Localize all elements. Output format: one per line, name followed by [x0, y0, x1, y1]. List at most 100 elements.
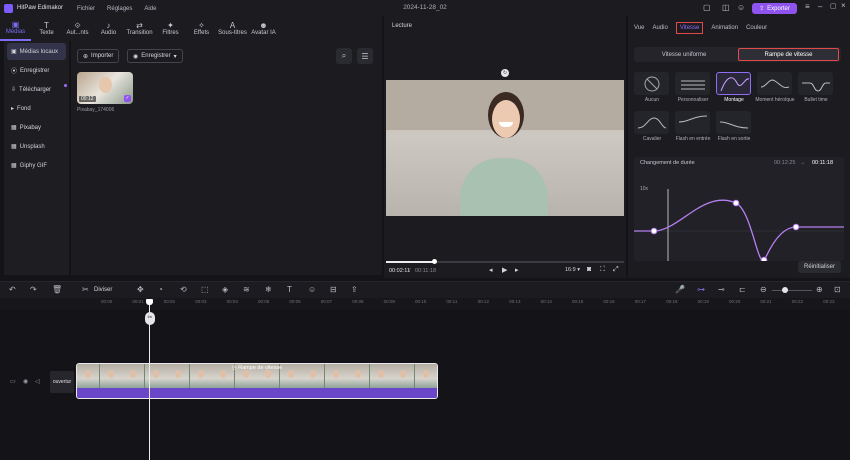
- import-button[interactable]: ⊕ Importer: [77, 49, 120, 63]
- link-icon[interactable]: ⊸: [718, 285, 725, 294]
- menu-icon[interactable]: ≡: [805, 2, 810, 11]
- sidebar-item[interactable]: ▦ Giphy GIF: [7, 157, 66, 174]
- tool-transition[interactable]: ⇄ Transition: [124, 16, 155, 41]
- tab-2[interactable]: Vitesse: [675, 22, 704, 34]
- play-icon[interactable]: ▶: [502, 266, 507, 274]
- fullscreen-icon[interactable]: ⤢: [613, 266, 619, 274]
- video-preview[interactable]: [386, 80, 624, 216]
- speed-ramp-tab[interactable]: Rampe de vitesse: [738, 48, 839, 61]
- close-icon[interactable]: ×: [841, 1, 846, 10]
- preset-5[interactable]: [634, 111, 669, 134]
- sidebar-item[interactable]: ⦿ Enregistrer: [7, 62, 66, 79]
- preset-4[interactable]: [798, 72, 833, 95]
- speed-graph[interactable]: Changement de durée 00:12:25 → 00:11:18 …: [634, 157, 844, 261]
- sort-icon[interactable]: ☰: [357, 48, 373, 64]
- mute-icon[interactable]: ◁: [35, 378, 40, 385]
- search-icon[interactable]: ⌕: [336, 48, 352, 64]
- sidebar-item[interactable]: ▦ Unsplash: [7, 138, 66, 155]
- detach-icon[interactable]: ⊟: [330, 285, 337, 294]
- time-separator: /: [409, 268, 411, 274]
- reset-button[interactable]: Réinitialiser: [798, 261, 841, 273]
- audio-waveform: [77, 388, 437, 398]
- aspect-ratio-select[interactable]: 16:9 ▾: [565, 267, 580, 273]
- snapshot-icon[interactable]: ◙: [587, 266, 591, 273]
- undo-icon[interactable]: ↶: [9, 285, 16, 294]
- tool-audio[interactable]: ♪ Audio: [93, 16, 124, 41]
- next-frame-icon[interactable]: ▸: [515, 266, 519, 274]
- zoom-out-icon[interactable]: ⊖: [760, 285, 767, 294]
- sidebar-item[interactable]: ▦ Pixabay: [7, 119, 66, 136]
- preset-3[interactable]: [757, 72, 792, 95]
- timeline-ruler[interactable]: 00:00 00:01 00:02 00:03 00:04 00:05 00:06 00:07…: [0, 298, 850, 310]
- prev-frame-icon[interactable]: ◂: [489, 266, 493, 274]
- tab-0[interactable]: Vue: [634, 25, 644, 31]
- sidebar-item[interactable]: ⇩ Télécharger: [7, 81, 66, 98]
- fit-icon[interactable]: ⊡: [834, 285, 841, 294]
- tool-label: Médias: [5, 29, 26, 35]
- tool-avatar[interactable]: ☻ Avatar IA: [248, 16, 279, 41]
- track-cover[interactable]: ouvertur: [50, 371, 74, 393]
- curve-point[interactable]: [650, 227, 658, 235]
- sidebar-item[interactable]: ▣ Médias locaux: [7, 43, 66, 60]
- curve-point[interactable]: [760, 256, 768, 261]
- move-icon[interactable]: ✥: [137, 285, 144, 294]
- redo-icon[interactable]: ↷: [30, 285, 37, 294]
- magnet-icon[interactable]: ⊶: [697, 285, 705, 294]
- mask-icon[interactable]: ◈: [222, 285, 228, 294]
- text-tool-icon[interactable]: T: [287, 285, 292, 294]
- tab-4[interactable]: Couleur: [746, 25, 767, 31]
- split-label[interactable]: Diviser: [94, 287, 112, 293]
- visibility-icon[interactable]: ◉: [23, 378, 28, 385]
- media-thumbnail[interactable]: 00:12 ✓: [77, 72, 133, 104]
- minimize-icon[interactable]: –: [818, 2, 822, 11]
- crop-tool-icon[interactable]: ⬚: [201, 285, 209, 294]
- mic-icon[interactable]: 🎤: [675, 285, 685, 294]
- speed-curve-svg[interactable]: [634, 171, 844, 261]
- zoom-slider[interactable]: [772, 290, 812, 291]
- preset-7[interactable]: [716, 111, 751, 134]
- crop-icon[interactable]: ⛶: [600, 266, 605, 274]
- delete-icon[interactable]: 🗑: [52, 285, 62, 294]
- tool-auto[interactable]: ⟐ Aut...nts: [62, 16, 93, 41]
- export-button[interactable]: ⇪ Exporter: [752, 3, 797, 14]
- preset-6[interactable]: [675, 111, 710, 134]
- feedback-icon[interactable]: ▢: [703, 3, 711, 12]
- progress-handle[interactable]: [431, 259, 437, 264]
- video-track-icon[interactable]: ▭: [10, 378, 16, 385]
- snap-icon[interactable]: ⊏: [739, 285, 746, 294]
- tool-text[interactable]: T Texte: [31, 16, 62, 41]
- tool-subtitles[interactable]: A Sous-titres: [217, 16, 248, 41]
- tab-1[interactable]: Audio: [652, 25, 667, 31]
- zoom-in-icon[interactable]: ⊕: [816, 285, 823, 294]
- export-clip-icon[interactable]: ⇪: [351, 285, 358, 294]
- speed-mode-toggle: Vitesse uniforme Rampe de vitesse: [634, 47, 841, 62]
- preset-1[interactable]: [675, 72, 710, 95]
- record-button[interactable]: ◉ Enregistrer ▾: [127, 49, 183, 63]
- chevron-down-icon: ▾: [173, 53, 177, 60]
- curve-point[interactable]: [732, 199, 740, 207]
- split-icon[interactable]: ✂: [82, 285, 89, 294]
- profile-icon[interactable]: ☺: [737, 3, 745, 12]
- tool-media[interactable]: ▣ Médias: [0, 16, 31, 41]
- plus-icon: ⊕: [83, 53, 89, 60]
- uniform-speed-tab[interactable]: Vitesse uniforme: [636, 48, 732, 61]
- rotate-tool-icon[interactable]: ⟲: [180, 285, 187, 294]
- curve-point[interactable]: [792, 223, 800, 231]
- split-marker-icon[interactable]: ✂: [145, 312, 155, 325]
- speed-icon[interactable]: ◔: [158, 285, 163, 294]
- video-clip[interactable]: ◷ Rampe de vitesse: [76, 363, 438, 399]
- maximize-icon[interactable]: ▢: [830, 2, 837, 10]
- audio-wave-icon[interactable]: ≋: [243, 285, 250, 294]
- sidebar-item[interactable]: ▸ Fond: [7, 100, 66, 117]
- tool-effects[interactable]: ✧ Effets: [186, 16, 217, 41]
- cart-icon[interactable]: ◫: [722, 3, 730, 12]
- freeze-icon[interactable]: ❄: [265, 285, 272, 294]
- tab-3[interactable]: Animation: [711, 25, 738, 31]
- playhead-handle[interactable]: [146, 299, 153, 305]
- rotate-icon[interactable]: ↻: [501, 69, 509, 77]
- preset-0[interactable]: [634, 72, 669, 95]
- preset-2[interactable]: [716, 72, 751, 95]
- zoom-handle[interactable]: [782, 287, 788, 293]
- sticker-icon[interactable]: ☺: [308, 285, 316, 294]
- tool-filter[interactable]: ✦ Filtres: [155, 16, 186, 41]
